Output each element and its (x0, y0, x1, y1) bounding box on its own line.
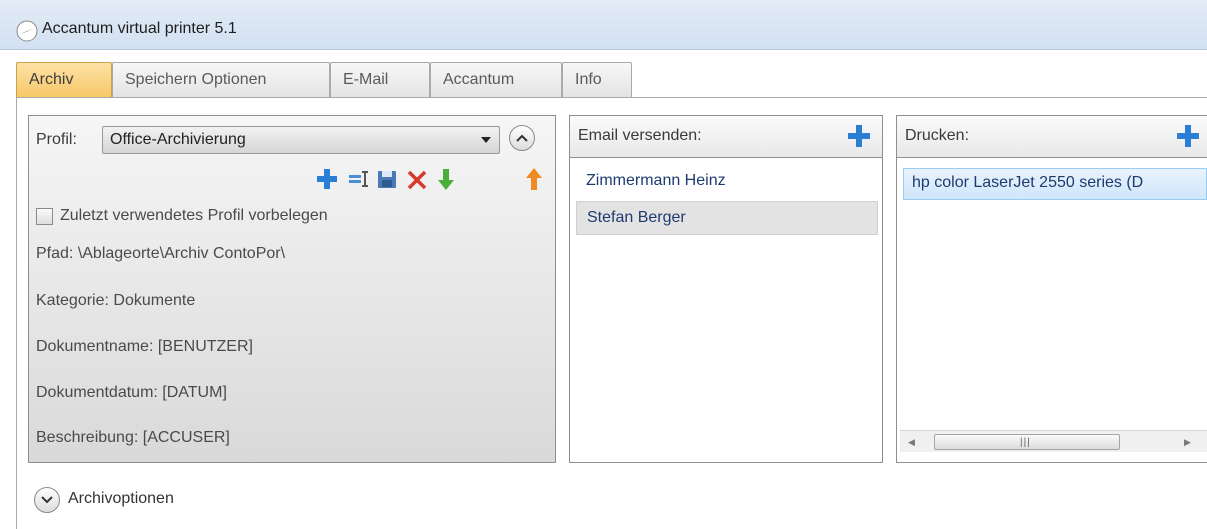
add-printer-button[interactable] (1175, 123, 1201, 149)
list-item[interactable]: Zimmermann Heinz (578, 166, 878, 198)
profil-select-value: Office-Archivierung (110, 131, 246, 148)
plus-icon (317, 169, 337, 189)
window-title: Accantum virtual printer 5.1 (42, 20, 237, 37)
app-icon (16, 20, 38, 42)
tab-archiv[interactable]: Archiv (16, 62, 112, 98)
list-item[interactable]: hp color LaserJet 2550 series (D (903, 168, 1207, 200)
tab-baseline (16, 97, 1207, 98)
chevron-down-icon (41, 496, 53, 504)
move-up-icon (526, 168, 542, 190)
beschreibung-label: Beschreibung: (36, 429, 139, 446)
content-border (16, 97, 17, 529)
save-profil-button[interactable] (375, 166, 399, 192)
tab-speichern-optionen[interactable]: Speichern Optionen (112, 62, 330, 98)
dokumentname-value: [BENUTZER] (157, 338, 253, 355)
field-kategorie: Kategorie: Dokumente (36, 292, 195, 310)
email-header-label: Email versenden: (578, 127, 702, 144)
delete-icon (407, 170, 427, 190)
tab-email[interactable]: E-Mail (330, 62, 430, 98)
email-panel-header: Email versenden: (570, 116, 882, 158)
archivoptionen-label[interactable]: Archivoptionen (68, 490, 174, 508)
move-up-button[interactable] (522, 166, 546, 192)
field-pfad: Pfad: \Ablageorte\Archiv ContoPor\ (36, 245, 285, 263)
horizontal-scrollbar[interactable]: ◀ ||| ▶ (900, 430, 1207, 452)
scroll-right-icon[interactable]: ▶ (1184, 437, 1191, 448)
rename-icon (349, 171, 368, 187)
dokumentdatum-label: Dokumentdatum: (36, 384, 158, 401)
scrollbar-thumb[interactable]: ||| (934, 434, 1120, 450)
move-down-button[interactable] (434, 166, 458, 192)
title-bar: Accantum virtual printer 5.1 (0, 0, 1207, 50)
dokumentdatum-value: [DATUM] (162, 384, 227, 401)
field-dokumentname: Dokumentname: [BENUTZER] (36, 338, 253, 356)
plus-icon (1177, 125, 1199, 147)
kategorie-label: Kategorie: (36, 292, 109, 309)
add-email-button[interactable] (846, 123, 872, 149)
save-icon (378, 171, 396, 188)
beschreibung-value: [ACCUSER] (142, 429, 230, 446)
collapse-profil-button[interactable] (509, 125, 535, 151)
field-dokumentdatum: Dokumentdatum: [DATUM] (36, 384, 227, 402)
pfad-label: Pfad: (36, 245, 74, 262)
chevron-down-icon (481, 137, 491, 143)
profil-select[interactable]: Office-Archivierung (102, 126, 500, 154)
profil-label: Profil: (36, 131, 77, 148)
chevron-up-icon (516, 134, 528, 142)
tab-accantum[interactable]: Accantum (430, 62, 562, 98)
print-panel-header: Drucken: (897, 116, 1207, 158)
kategorie-value: Dokumente (113, 292, 196, 309)
last-profile-checkbox[interactable] (36, 208, 53, 225)
rename-profil-button[interactable] (347, 166, 371, 192)
scroll-left-icon[interactable]: ◀ (908, 437, 915, 448)
delete-profil-button[interactable] (405, 166, 429, 192)
field-beschreibung: Beschreibung: [ACCUSER] (36, 429, 230, 447)
move-down-icon (438, 169, 454, 190)
tab-info[interactable]: Info (562, 62, 632, 98)
dokumentname-label: Dokumentname: (36, 338, 154, 355)
grip-icon: ||| (1020, 437, 1031, 448)
plus-icon (848, 125, 870, 147)
print-header-label: Drucken: (905, 127, 970, 144)
pfad-value: \Ablageorte\Archiv ContoPor\ (77, 245, 286, 262)
expand-archivoptionen-button[interactable] (34, 487, 60, 513)
profil-panel (28, 115, 556, 463)
list-item[interactable]: Stefan Berger (576, 201, 878, 235)
add-profil-button[interactable] (315, 166, 339, 192)
last-profile-label: Zuletzt verwendetes Profil vorbelegen (60, 207, 328, 224)
